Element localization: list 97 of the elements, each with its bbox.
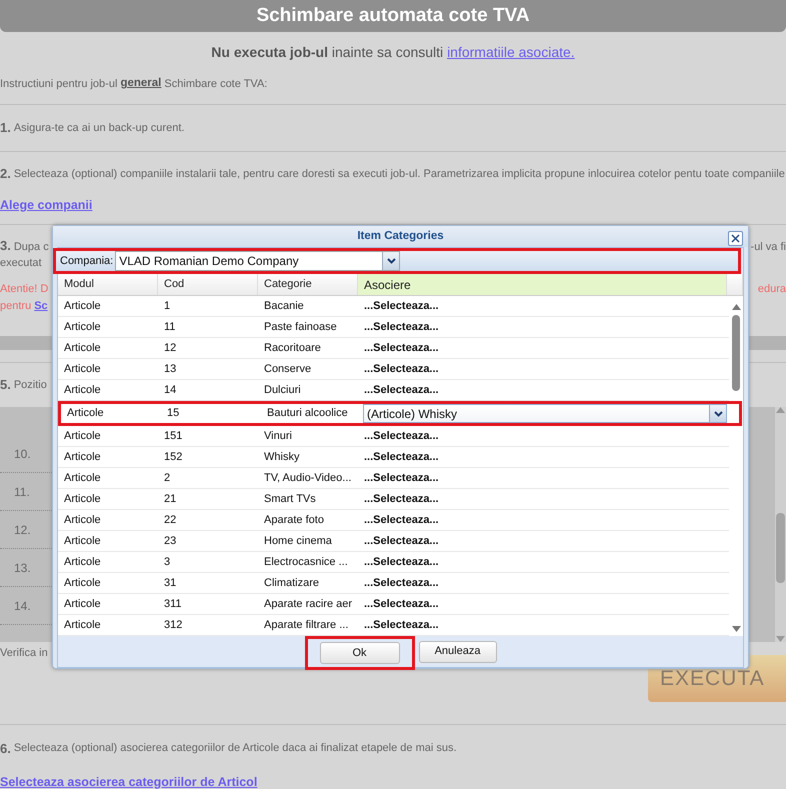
table-cell-text: Climatizare <box>263 576 320 591</box>
table-cell-text: Conserve <box>263 362 312 377</box>
table-cell-text: Aparate filtrare ... <box>263 618 350 633</box>
table-cell-text: Articole <box>63 320 102 335</box>
table-cell-text: Articole <box>63 512 102 528</box>
warning-text: Atentie! D <box>0 282 48 297</box>
table-cell-text: 15 <box>166 406 180 422</box>
column-header: Cod <box>158 274 258 295</box>
step-number: 5. <box>0 376 11 394</box>
table-cell-text: 152 <box>163 450 184 465</box>
table-cell-text: Articole <box>63 470 102 486</box>
company-label: Compania: <box>60 254 114 269</box>
association-cell[interactable]: ...Selecteaza... <box>364 514 439 526</box>
table-cell-text: 11 <box>163 320 176 335</box>
table-cell-text: Smart TVs <box>263 492 317 507</box>
association-cell[interactable]: ...Selecteaza... <box>364 450 439 463</box>
step-number: 1. <box>0 119 11 138</box>
association-cell[interactable]: ...Selecteaza... <box>364 618 439 631</box>
table-cell-text: 31 <box>163 576 178 591</box>
association-cell[interactable]: ...Selecteaza... <box>364 556 439 568</box>
table-cell-text: 21 <box>163 492 178 507</box>
table-cell-text: 14 <box>163 382 178 398</box>
table-cell-text: 3 <box>163 554 172 570</box>
table-cell-text: 12 <box>163 340 178 356</box>
table-cell-text: TV, Audio-Video... <box>263 470 352 486</box>
table-cell-text: 22 <box>163 512 178 528</box>
step-text: Dupa c <box>14 240 49 254</box>
table-cell-text: Articole <box>63 554 102 570</box>
intro-text: Instructiuni pentru job-ul general Schimbare cote TVA: <box>0 64 786 104</box>
association-cell[interactable]: ...Selecteaza... <box>364 384 439 396</box>
table-cell-text: 312 <box>163 618 184 633</box>
table-cell-text: 13 <box>163 362 178 377</box>
step-text: Selecteaza (optional) asocierea categoriilor de Articole daca ai finalizat etapele de mai sus. <box>14 741 457 756</box>
table-cell-text: Articole <box>63 428 102 444</box>
step-number: 6. <box>0 740 11 758</box>
association-cell[interactable]: ...Selecteaza... <box>364 300 439 312</box>
step-text: executat <box>0 257 42 269</box>
table-cell-text: Articole <box>63 618 102 633</box>
step-text: Asigura-te ca ai un back-up curent. <box>14 120 184 136</box>
table-cell-text: 151 <box>163 428 184 444</box>
list-number: 13. <box>14 560 31 576</box>
column-header: Modul <box>58 274 158 295</box>
table-cell-text: Home cinema <box>263 534 333 549</box>
association-cell[interactable]: ...Selecteaza... <box>364 320 439 333</box>
table-cell-text: Bacanie <box>263 298 305 314</box>
list-number: 14. <box>14 598 31 614</box>
table-cell-text: Whisky <box>263 450 300 465</box>
general-link[interactable]: general <box>120 75 162 93</box>
step-text: Verifica in <box>0 647 48 659</box>
table-cell-text: Aparate foto <box>263 512 325 528</box>
association-cell[interactable]: ...Selecteaza... <box>364 598 439 610</box>
table-cell-text: Racoritoare <box>263 340 322 356</box>
notice-text: Nu executa job-ul inainte sa consulti informatiile asociate. <box>210 43 576 62</box>
list-number: 10. <box>14 446 31 462</box>
table-cell-text: Articole <box>63 492 102 507</box>
dialog-title: Item Categories <box>357 228 444 244</box>
table-cell-text: 2 <box>163 470 172 486</box>
table-cell-text: Vinuri <box>263 428 293 444</box>
step-text: -ul va fi <box>750 240 786 254</box>
dialog-button[interactable]: Ok <box>320 642 400 664</box>
association-select[interactable]: (Articole) Whisky <box>363 404 727 423</box>
page-title: Schimbare automata cote TVA <box>0 0 786 32</box>
table-cell-text: Bauturi alcoolice <box>266 406 349 422</box>
association-cell[interactable]: ...Selecteaza... <box>364 362 439 375</box>
association-cell[interactable]: ...Selecteaza... <box>364 534 439 547</box>
association-cell[interactable]: ...Selecteaza... <box>364 430 439 442</box>
table-cell-text: Aparate racire aer <box>263 596 354 612</box>
list-number: 12. <box>14 522 31 538</box>
step-text: Selecteaza (optional) companiile instalarii tale, pentru care doresti sa executi job-ul. Parametrizarea implicita propune inlocuirea cotelor pentu toate companiile <box>14 166 785 182</box>
company-select[interactable]: VLAD Romanian Demo Company <box>115 251 400 271</box>
association-cell[interactable]: ...Selecteaza... <box>364 576 439 589</box>
association-cell[interactable]: ...Selecteaza... <box>364 342 439 354</box>
list-number: 11. <box>14 484 30 500</box>
table-cell-text: Electrocasnice ... <box>263 554 349 570</box>
association-cell[interactable]: ...Selecteaza... <box>364 472 439 484</box>
table-cell-text: 1 <box>163 298 172 314</box>
dialog-button[interactable]: Anuleaza <box>418 640 496 662</box>
table-cell-text: Articole <box>66 406 105 422</box>
table-cell-text: 23 <box>163 534 178 549</box>
table-cell-text: Articole <box>63 534 102 549</box>
table-cell-text: 311 <box>163 596 183 612</box>
table-cell-text: Articole <box>63 450 102 465</box>
table-cell-text: Articole <box>63 340 102 356</box>
table-cell-text: Articole <box>63 298 102 314</box>
table-cell-text: Articole <box>63 382 102 398</box>
table-cell-text: Paste fainoase <box>263 320 338 335</box>
column-header: Asociere <box>358 274 727 295</box>
table-cell-text: Articole <box>63 596 102 612</box>
table-cell-text: Articole <box>63 362 102 377</box>
table-cell-text: Dulciuri <box>263 382 302 398</box>
step-number: 2. <box>0 165 11 184</box>
step-text: Pozitio <box>14 378 47 393</box>
warning-text: pentru <box>0 298 32 314</box>
association-cell[interactable]: ...Selecteaza... <box>364 492 439 505</box>
warning-text: edura <box>758 282 786 297</box>
table-cell-text: Articole <box>63 576 102 591</box>
step-number: 3. <box>0 236 11 254</box>
